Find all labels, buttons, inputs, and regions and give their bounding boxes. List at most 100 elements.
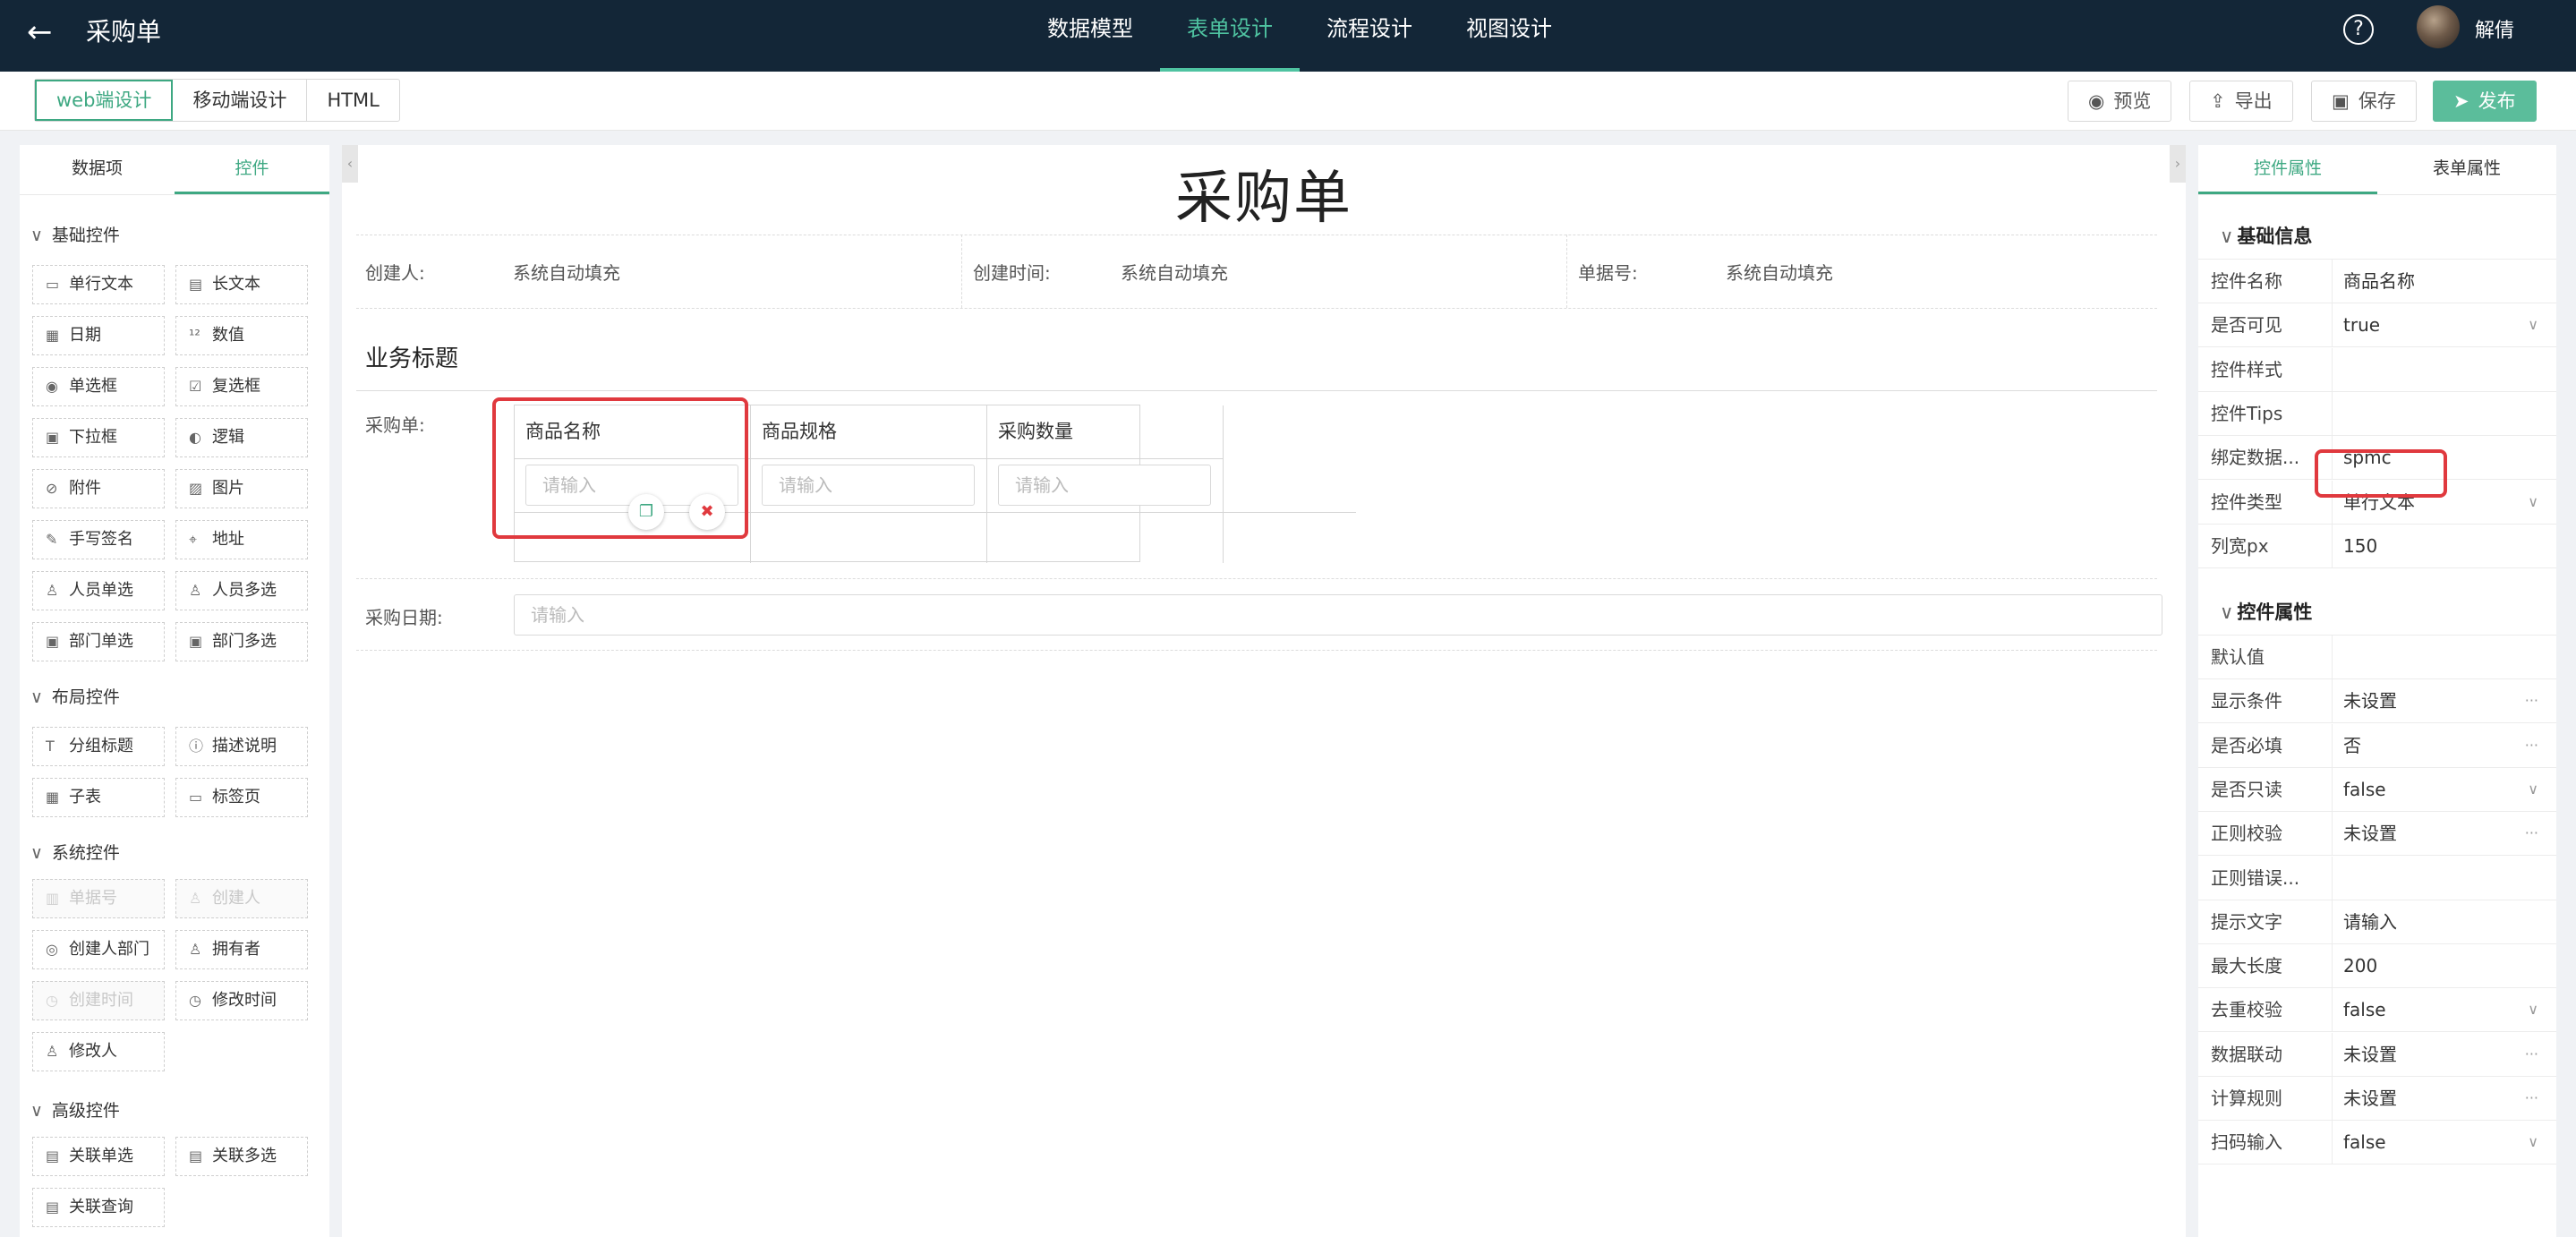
back-arrow-icon[interactable]: ← [27, 14, 53, 50]
mode-web-button[interactable]: web端设计 [35, 80, 174, 121]
property-row[interactable]: 数据联动 未设置 ··· [2198, 1032, 2556, 1077]
property-row[interactable]: 正则错误... [2198, 856, 2556, 900]
purchase-date-input[interactable]: 请输入 [514, 594, 2162, 636]
property-row[interactable]: 控件Tips [2198, 391, 2556, 436]
more-icon[interactable]: ··· [2525, 724, 2538, 767]
section-layout-controls[interactable]: ∨ 布局控件 [30, 684, 120, 708]
control-creator-dept[interactable]: ◎ 创建人部门 [32, 930, 165, 969]
column-header-product-spec[interactable]: 商品规格 [751, 405, 987, 459]
username[interactable]: 解倩 [2475, 14, 2514, 43]
copy-icon[interactable]: ❐ [628, 494, 664, 530]
product-spec-input[interactable]: 请输入 [762, 465, 975, 506]
property-value[interactable]: 商品名称 [2343, 260, 2531, 303]
mode-mobile-button[interactable]: 移动端设计 [173, 80, 308, 121]
control-radio[interactable]: ◉ 单选框 [32, 367, 165, 406]
property-value[interactable]: 未设置 [2343, 679, 2531, 722]
quantity-input[interactable]: 请输入 [998, 465, 1211, 506]
tab-controls[interactable]: 控件 [175, 145, 329, 194]
property-row[interactable]: 控件名称 商品名称 [2198, 260, 2556, 303]
section-advanced-controls[interactable]: ∨ 高级控件 [30, 1097, 120, 1122]
property-row[interactable]: 控件样式 [2198, 347, 2556, 392]
property-row[interactable]: 显示条件 未设置 ··· [2198, 679, 2556, 724]
control-owner[interactable]: ♙ 拥有者 [175, 930, 308, 969]
property-value[interactable]: 请输入 [2343, 900, 2531, 943]
property-row[interactable]: 最大长度 200 [2198, 944, 2556, 989]
control-single-line-text[interactable]: ▭ 单行文本 [32, 265, 165, 304]
control-modifier[interactable]: ♙ 修改人 [32, 1032, 165, 1071]
property-row[interactable]: 是否只读 false ∨ [2198, 767, 2556, 812]
save-button[interactable]: ▣ 保存 [2311, 81, 2417, 122]
control-modify-time[interactable]: ◷ 修改时间 [175, 981, 308, 1020]
control-relation-single[interactable]: ▤ 关联单选 [32, 1137, 165, 1176]
property-row[interactable]: 计算规则 未设置 ··· [2198, 1077, 2556, 1121]
control-group-title[interactable]: T 分组标题 [32, 727, 165, 766]
help-icon[interactable]: ? [2343, 14, 2374, 45]
control-long-text[interactable]: ▤ 长文本 [175, 265, 308, 304]
property-row[interactable]: 列宽px 150 [2198, 524, 2556, 568]
control-dropdown[interactable]: ▣ 下拉框 [32, 418, 165, 457]
property-row[interactable]: 默认值 [2198, 636, 2556, 679]
publish-button[interactable]: ➤ 发布 [2433, 81, 2537, 122]
tab-data-items[interactable]: 数据项 [20, 145, 175, 194]
section-basic-controls[interactable]: ∨ 基础控件 [30, 222, 120, 246]
control-relation-query[interactable]: ▤ 关联查询 [32, 1188, 165, 1227]
control-subtable[interactable]: ▦ 子表 [32, 778, 165, 817]
more-icon[interactable]: ··· [2525, 812, 2538, 855]
control-dept-multi[interactable]: ▣ 部门多选 [175, 622, 308, 661]
tab-control-properties[interactable]: 控件属性 [2198, 145, 2377, 194]
property-value[interactable]: false [2343, 768, 2531, 811]
property-value[interactable]: false [2343, 1121, 2531, 1164]
avatar[interactable] [2417, 5, 2460, 48]
chevron-down-icon[interactable]: ∨ [2528, 481, 2538, 524]
business-title[interactable]: 业务标题 [365, 340, 458, 373]
control-signature[interactable]: ✎ 手写签名 [32, 520, 165, 559]
control-address[interactable]: ⌖ 地址 [175, 520, 308, 559]
control-date[interactable]: ▦ 日期 [32, 316, 165, 355]
chevron-down-icon[interactable]: ∨ [2528, 303, 2538, 346]
trash-icon[interactable]: ✖ [689, 494, 725, 530]
control-image[interactable]: ▨ 图片 [175, 469, 308, 508]
tab-data-model[interactable]: 数据模型 [1020, 0, 1160, 72]
control-number[interactable]: ¹² 数值 [175, 316, 308, 355]
control-relation-multi[interactable]: ▤ 关联多选 [175, 1137, 308, 1176]
tab-view-design[interactable]: 视图设计 [1439, 0, 1579, 72]
property-value[interactable]: 150 [2343, 525, 2531, 567]
property-row[interactable]: 正则校验 未设置 ··· [2198, 812, 2556, 857]
group-basic-info[interactable]: ∨ 基础信息 [2198, 213, 2556, 260]
control-logic[interactable]: ◐ 逻辑 [175, 418, 308, 457]
tab-flow-design[interactable]: 流程设计 [1300, 0, 1439, 72]
property-row[interactable]: 扫码输入 false ∨ [2198, 1121, 2556, 1165]
property-row[interactable]: 是否可见 true ∨ [2198, 303, 2556, 348]
export-button[interactable]: ⇪ 导出 [2189, 81, 2293, 122]
property-value[interactable]: 未设置 [2343, 1033, 2531, 1076]
tab-form-properties[interactable]: 表单属性 [2377, 145, 2556, 194]
control-checkbox[interactable]: ☑ 复选框 [175, 367, 308, 406]
chevron-down-icon[interactable]: ∨ [2528, 988, 2538, 1031]
more-icon[interactable]: ··· [2525, 1033, 2538, 1076]
property-row[interactable]: 去重校验 false ∨ [2198, 988, 2556, 1033]
mode-html-button[interactable]: HTML [307, 80, 398, 121]
property-value[interactable]: 否 [2343, 724, 2531, 767]
property-row[interactable]: 是否必填否 ··· [2198, 723, 2556, 768]
control-user-single[interactable]: ♙ 人员单选 [32, 571, 165, 610]
chevron-down-icon[interactable]: ∨ [2528, 768, 2538, 811]
property-value[interactable]: true [2343, 303, 2531, 346]
property-value[interactable]: 200 [2343, 944, 2531, 987]
control-description[interactable]: ⓘ 描述说明 [175, 727, 308, 766]
property-value[interactable]: false [2343, 988, 2531, 1031]
group-control-properties[interactable]: ∨ 控件属性 [2198, 589, 2556, 636]
control-user-multi[interactable]: ♙ 人员多选 [175, 571, 308, 610]
preview-button[interactable]: ◉ 预览 [2068, 81, 2172, 122]
chevron-down-icon[interactable]: ∨ [2528, 1121, 2538, 1164]
column-header-quantity[interactable]: 采购数量 [987, 405, 1224, 459]
property-value[interactable]: 未设置 [2343, 1077, 2531, 1120]
control-tabs[interactable]: ▭ 标签页 [175, 778, 308, 817]
more-icon[interactable]: ··· [2525, 679, 2538, 722]
control-dept-single[interactable]: ▣ 部门单选 [32, 622, 165, 661]
control-attachment[interactable]: ⊘ 附件 [32, 469, 165, 508]
more-icon[interactable]: ··· [2525, 1077, 2538, 1120]
tab-form-design[interactable]: 表单设计 [1160, 0, 1300, 72]
section-system-controls[interactable]: ∨ 系统控件 [30, 840, 120, 864]
property-row[interactable]: 提示文字 请输入 [2198, 900, 2556, 944]
property-value[interactable]: 未设置 [2343, 812, 2531, 855]
